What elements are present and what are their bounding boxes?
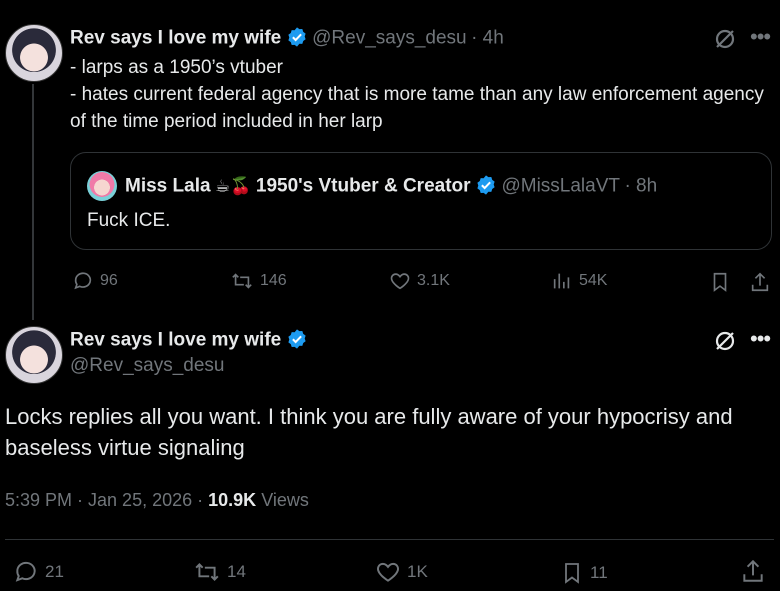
reply-count: 21 — [45, 562, 64, 581]
views-count: 54K — [579, 272, 608, 289]
quote-time[interactable]: · 8h — [624, 176, 657, 197]
bookmark-count: 11 — [590, 563, 608, 582]
bookmark-icon — [565, 563, 579, 584]
quote-display-name[interactable]: Miss Lala — [125, 176, 211, 197]
repost-count: 14 — [227, 562, 246, 581]
views-button[interactable]: 54K — [551, 270, 607, 292]
bookmark-button[interactable]: 11 — [560, 559, 608, 587]
quote-text: Fuck ICE. — [87, 210, 171, 231]
share-icon — [751, 272, 769, 292]
tweet-header: Rev says I love my wife @Rev_says_desu ·… — [70, 26, 504, 53]
quote-name-emoji: ☕🍒 — [215, 176, 252, 196]
reply-button[interactable]: 96 — [72, 270, 118, 292]
verified-badge-icon — [286, 328, 308, 355]
like-button[interactable]: 3.1K — [389, 270, 450, 292]
divider — [5, 539, 774, 540]
like-count: 3.1K — [417, 272, 450, 289]
quote-header: Miss Lala ☕🍒 1950's Vtuber & Creator @Mi… — [125, 174, 657, 201]
quote-name-suffix[interactable]: 1950's Vtuber & Creator — [256, 176, 471, 197]
share-button[interactable] — [749, 270, 771, 294]
share-button[interactable] — [740, 557, 766, 585]
reply-button[interactable]: 21 — [13, 559, 64, 585]
repost-count: 146 — [260, 272, 287, 289]
share-icon — [743, 559, 763, 582]
main-tweet-text: Locks replies all you want. I think you … — [5, 404, 733, 460]
grok-icon[interactable] — [712, 328, 738, 359]
user-handle[interactable]: @Rev_says_desu — [312, 28, 466, 49]
views-label: Views — [261, 490, 309, 510]
bookmark-button[interactable] — [709, 270, 731, 294]
quoted-tweet[interactable]: Miss Lala ☕🍒 1950's Vtuber & Creator @Mi… — [70, 152, 772, 250]
heart-icon — [377, 562, 399, 582]
verified-badge-icon — [286, 26, 308, 53]
reply-count: 96 — [100, 272, 118, 289]
reply-icon — [74, 272, 92, 290]
quote-handle[interactable]: @MissLalaVT — [501, 176, 620, 197]
grok-icon[interactable] — [712, 26, 738, 57]
analytics-icon — [553, 273, 570, 289]
display-name[interactable]: Rev says I love my wife — [70, 330, 281, 351]
reply-icon — [15, 561, 36, 582]
like-button[interactable]: 1K — [375, 559, 428, 585]
display-name[interactable]: Rev says I love my wife — [70, 28, 281, 49]
like-count: 1K — [407, 562, 428, 581]
tweet-text: - larps as a 1950’s vtuber - hates curre… — [70, 57, 764, 132]
more-options-icon[interactable]: ••• — [750, 326, 771, 352]
views-total: 10.9K — [208, 490, 257, 510]
repost-button[interactable]: 14 — [193, 559, 246, 585]
avatar[interactable] — [5, 24, 63, 82]
more-options-icon[interactable]: ••• — [750, 24, 771, 50]
tweet-timestamp[interactable]: 5:39 PM · Jan 25, 2026 · — [5, 490, 203, 510]
heart-icon — [390, 273, 410, 290]
user-handle[interactable]: @Rev_says_desu — [70, 355, 224, 377]
tweet-time[interactable]: · 4h — [471, 28, 504, 49]
avatar[interactable] — [5, 326, 63, 384]
repost-icon — [232, 273, 252, 289]
quote-avatar[interactable] — [87, 171, 117, 201]
main-tweet-name-row: Rev says I love my wife — [70, 328, 308, 355]
repost-button[interactable]: 146 — [230, 270, 287, 292]
tweet-meta: 5:39 PM · Jan 25, 2026 · 10.9K Views — [5, 490, 309, 511]
verified-badge-icon — [475, 174, 497, 201]
bookmark-icon — [713, 272, 727, 292]
thread-line — [32, 84, 34, 320]
repost-icon — [195, 563, 219, 581]
